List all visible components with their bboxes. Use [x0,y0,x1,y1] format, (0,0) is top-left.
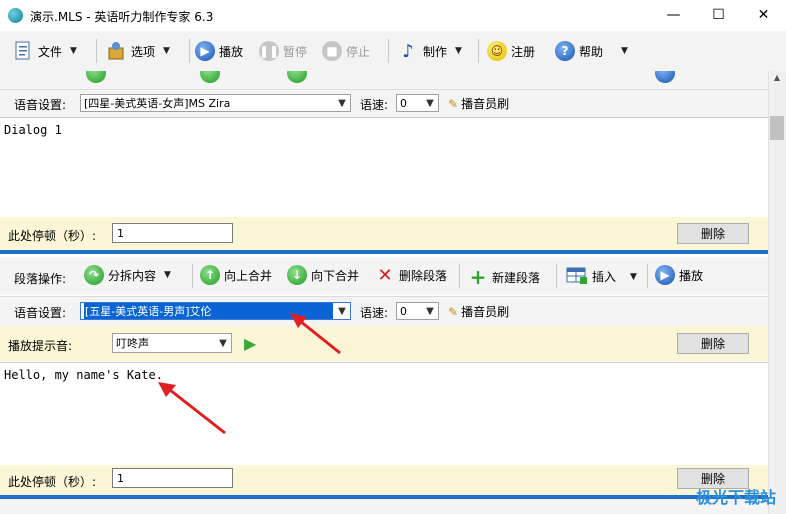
watermark-text: 极光下载站 [695,488,776,507]
annotation-arrow [169,388,226,435]
annotation-arrows [158,313,341,435]
annotation-arrow [299,319,341,355]
annotation-arrowhead [158,382,176,397]
